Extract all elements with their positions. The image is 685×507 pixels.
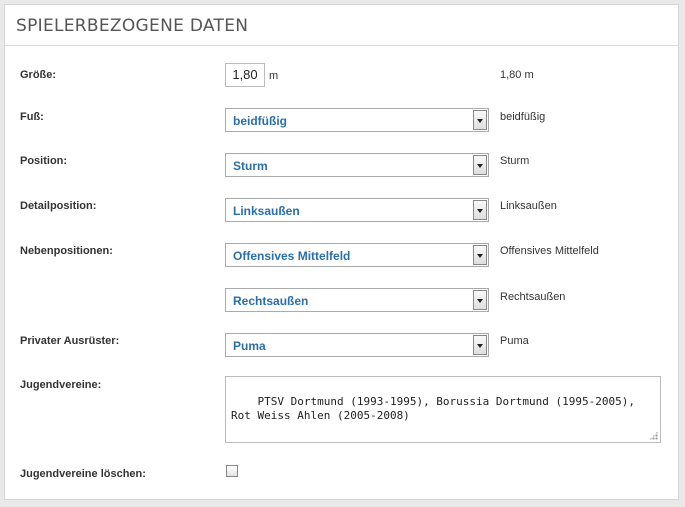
secondary-position-2-value: Rechtsaußen — [233, 294, 309, 308]
foot-display: beidfüßig — [500, 111, 546, 123]
detail-position-select[interactable]: Linksaußen — [225, 198, 489, 222]
chevron-down-icon[interactable] — [473, 335, 487, 355]
chevron-down-icon[interactable] — [473, 110, 487, 130]
panel-header: SPIELERBEZOGENE DATEN — [5, 5, 678, 46]
chevron-down-icon[interactable] — [473, 200, 487, 220]
outfitter-label: Privater Ausrüster: — [20, 335, 120, 347]
chevron-down-icon[interactable] — [473, 155, 487, 175]
delete-youth-clubs-label: Jugendvereine löschen: — [20, 468, 146, 480]
delete-youth-clubs-checkbox[interactable] — [226, 465, 238, 477]
position-label: Position: — [20, 155, 68, 167]
foot-label: Fuß: — [20, 111, 44, 123]
section-title: SPIELERBEZOGENE DATEN — [16, 16, 249, 36]
position-display: Sturm — [500, 155, 530, 167]
height-label: Größe: — [20, 69, 57, 81]
youth-clubs-label: Jugendvereine: — [20, 379, 102, 391]
secondary-position-1-display: Offensives Mittelfeld — [500, 245, 599, 257]
outfitter-select-value: Puma — [233, 339, 266, 353]
youth-clubs-text: PTSV Dortmund (1993-1995), Borussia Dort… — [231, 395, 635, 422]
youth-clubs-textarea[interactable]: PTSV Dortmund (1993-1995), Borussia Dort… — [225, 376, 661, 443]
foot-select-value: beidfüßig — [233, 114, 287, 128]
position-select[interactable]: Sturm — [225, 153, 489, 177]
secondary-position-1-value: Offensives Mittelfeld — [233, 249, 351, 263]
chevron-down-icon[interactable] — [473, 245, 487, 265]
secondary-position-select-1[interactable]: Offensives Mittelfeld — [225, 243, 489, 267]
outfitter-select[interactable]: Puma — [225, 333, 489, 357]
secondary-positions-label: Nebenpositionen: — [20, 245, 113, 257]
outfitter-display: Puma — [500, 335, 529, 347]
player-data-panel: SPIELERBEZOGENE DATEN Größe: 1,80 m 1,80… — [4, 4, 679, 500]
detail-position-label: Detailposition: — [20, 200, 97, 212]
height-input[interactable]: 1,80 — [225, 63, 265, 87]
height-unit: m — [269, 70, 279, 82]
foot-select[interactable]: beidfüßig — [225, 108, 489, 132]
secondary-position-2-display: Rechtsaußen — [500, 291, 566, 303]
chevron-down-icon[interactable] — [473, 290, 487, 310]
height-display: 1,80 m — [500, 69, 534, 81]
position-select-value: Sturm — [233, 159, 268, 173]
resize-grip-icon[interactable] — [649, 431, 658, 440]
detail-position-select-value: Linksaußen — [233, 204, 300, 218]
secondary-position-select-2[interactable]: Rechtsaußen — [225, 288, 489, 312]
detail-position-display: Linksaußen — [500, 200, 557, 212]
